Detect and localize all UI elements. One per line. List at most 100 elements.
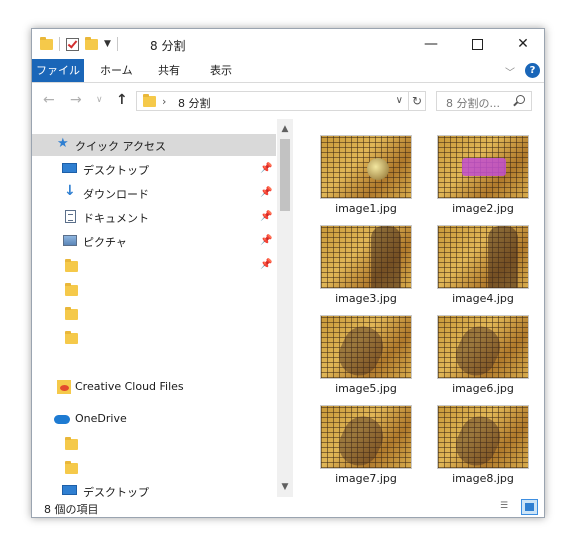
nav-item-folder[interactable] bbox=[32, 302, 276, 324]
breadcrumb-current[interactable]: 8 分割 bbox=[178, 95, 211, 111]
nav-item-folder[interactable] bbox=[32, 456, 276, 478]
scroll-up-icon[interactable]: ▲ bbox=[277, 121, 293, 137]
nav-item-folder[interactable] bbox=[32, 432, 276, 454]
file-name: image5.jpg bbox=[335, 382, 397, 395]
tab-view[interactable]: 表示 bbox=[210, 59, 232, 82]
file-view: image1.jpg image2.jpg image3.jpg image4.jpg… bbox=[302, 119, 544, 497]
image-thumbnail[interactable] bbox=[320, 315, 412, 379]
player-shape bbox=[488, 226, 518, 288]
volleyball-shape bbox=[367, 158, 389, 180]
image-thumbnail[interactable] bbox=[320, 405, 412, 469]
file-tile[interactable]: image2.jpg bbox=[424, 127, 534, 215]
large-icons-view-icon[interactable] bbox=[521, 499, 538, 515]
nav-item-folder[interactable] bbox=[32, 278, 276, 300]
file-tile[interactable]: image1.jpg bbox=[307, 127, 417, 215]
image-thumbnail[interactable] bbox=[437, 225, 529, 289]
new-folder-icon[interactable] bbox=[85, 36, 98, 50]
file-name: image3.jpg bbox=[335, 292, 397, 305]
search-box[interactable]: 8 分割の... bbox=[436, 91, 532, 111]
nav-label: クイック アクセス bbox=[75, 140, 166, 153]
file-tile[interactable]: image7.jpg bbox=[307, 397, 417, 485]
address-row: ← → ∨ ↑ › 8 分割 ∨ ↻ 8 分割の... bbox=[32, 83, 544, 119]
file-name: image2.jpg bbox=[452, 202, 514, 215]
tab-home[interactable]: ホーム bbox=[100, 59, 133, 82]
nav-item-pictures[interactable]: ピクチャ 📌 bbox=[32, 230, 276, 252]
folder-icon bbox=[65, 283, 78, 296]
details-view-icon[interactable]: ☰ bbox=[500, 501, 514, 514]
file-name: image7.jpg bbox=[335, 472, 397, 485]
nav-quick-access[interactable]: ★ クイック アクセス bbox=[32, 134, 276, 156]
help-icon[interactable]: ? bbox=[525, 63, 540, 78]
tab-share[interactable]: 共有 bbox=[158, 59, 180, 82]
forward-arrow-icon[interactable]: → bbox=[70, 92, 82, 108]
nav-item-onedrive[interactable]: OneDrive bbox=[32, 408, 276, 430]
pin-icon[interactable]: 📌 bbox=[260, 163, 272, 174]
pin-icon[interactable]: 📌 bbox=[260, 235, 272, 246]
maximize-button[interactable] bbox=[454, 29, 500, 59]
window-title: 8 分割 bbox=[150, 39, 186, 53]
file-tile[interactable]: image5.jpg bbox=[307, 307, 417, 395]
explorer-window: ▼ 8 分割 — ✕ ファイル ホーム 共有 表示 ﹀ ? ← → ∨ ↑ › … bbox=[31, 28, 545, 518]
pictures-icon bbox=[63, 235, 77, 246]
image-thumbnail[interactable] bbox=[320, 225, 412, 289]
pin-icon[interactable]: 📌 bbox=[260, 259, 272, 270]
file-name: image1.jpg bbox=[335, 202, 397, 215]
nav-scrollbar[interactable]: ▲ ▼ bbox=[277, 119, 293, 497]
folder-icon bbox=[65, 461, 78, 474]
file-tile[interactable]: image6.jpg bbox=[424, 307, 534, 395]
expand-ribbon-icon[interactable]: ﹀ bbox=[505, 64, 515, 79]
image-thumbnail[interactable] bbox=[437, 405, 529, 469]
nav-item-folder[interactable] bbox=[32, 326, 276, 348]
image-thumbnail[interactable] bbox=[437, 315, 529, 379]
refresh-icon: ↻ bbox=[411, 94, 423, 108]
folder-icon bbox=[65, 259, 78, 272]
address-bar[interactable]: › 8 分割 ∨ bbox=[136, 91, 409, 111]
file-name: image8.jpg bbox=[452, 472, 514, 485]
nav-item-folder[interactable]: 📌 bbox=[32, 254, 276, 276]
pin-icon[interactable]: 📌 bbox=[260, 211, 272, 222]
tab-file[interactable]: ファイル bbox=[32, 59, 84, 82]
back-arrow-icon[interactable]: ← bbox=[43, 92, 55, 108]
pin-icon[interactable]: 📌 bbox=[260, 187, 272, 198]
minimize-button[interactable]: — bbox=[408, 29, 454, 59]
minimize-icon: — bbox=[424, 36, 438, 52]
quick-access-toolbar: ▼ bbox=[40, 36, 118, 52]
status-bar: 8 個の項目 ☰ bbox=[32, 497, 544, 517]
nav-label: OneDrive bbox=[75, 412, 127, 425]
close-icon: ✕ bbox=[517, 36, 529, 52]
up-arrow-icon[interactable]: ↑ bbox=[116, 92, 128, 108]
folder-icon bbox=[65, 307, 78, 320]
document-icon bbox=[65, 210, 76, 223]
nav-label: ピクチャ bbox=[83, 236, 127, 249]
address-dropdown-icon[interactable]: ∨ bbox=[396, 95, 403, 106]
file-tile[interactable]: image3.jpg bbox=[307, 217, 417, 305]
nav-item-desktop[interactable]: デスクトップ 📌 bbox=[32, 158, 276, 180]
creative-cloud-icon bbox=[57, 380, 71, 394]
download-icon: ↓ bbox=[64, 183, 76, 199]
folder-icon bbox=[143, 94, 156, 107]
breadcrumb-chevron-icon[interactable]: › bbox=[162, 95, 166, 108]
image-thumbnail[interactable] bbox=[437, 135, 529, 199]
nav-item-desktop-partial[interactable]: デスクトップ bbox=[32, 480, 276, 497]
recent-locations-icon[interactable]: ∨ bbox=[96, 95, 103, 105]
scroll-thumb[interactable] bbox=[280, 139, 290, 211]
scroll-down-icon[interactable]: ▼ bbox=[277, 479, 293, 495]
image-thumbnail[interactable] bbox=[320, 135, 412, 199]
file-tile[interactable]: image8.jpg bbox=[424, 397, 534, 485]
properties-icon[interactable] bbox=[66, 37, 79, 51]
close-button[interactable]: ✕ bbox=[500, 29, 544, 59]
desktop-icon bbox=[62, 163, 77, 173]
nav-item-creative-cloud[interactable]: Creative Cloud Files bbox=[32, 376, 276, 398]
qat-dropdown-icon[interactable]: ▼ bbox=[104, 39, 111, 49]
refresh-button[interactable]: ↻ bbox=[409, 91, 426, 111]
mosaic-image bbox=[321, 136, 411, 198]
nav-item-downloads[interactable]: ↓ ダウンロード 📌 bbox=[32, 182, 276, 204]
nav-label: Creative Cloud Files bbox=[75, 380, 184, 393]
nav-label: デスクトップ bbox=[83, 486, 149, 497]
file-name: image4.jpg bbox=[452, 292, 514, 305]
file-tile[interactable]: image4.jpg bbox=[424, 217, 534, 305]
separator bbox=[59, 37, 60, 51]
search-placeholder: 8 分割の... bbox=[446, 97, 500, 110]
folder-icon bbox=[40, 36, 53, 50]
nav-item-documents[interactable]: ドキュメント 📌 bbox=[32, 206, 276, 228]
